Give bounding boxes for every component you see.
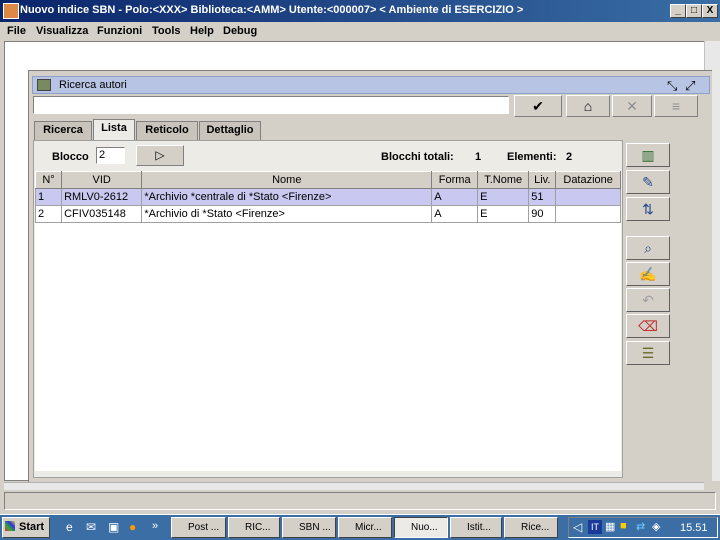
- cell-datazione[interactable]: [555, 205, 621, 223]
- command-input[interactable]: [33, 96, 509, 114]
- eraser-icon[interactable]: ⌫: [626, 314, 670, 338]
- cell-datazione[interactable]: [555, 188, 621, 206]
- tray-app-icon[interactable]: ■: [620, 520, 627, 532]
- task-sbn[interactable]: SBN ...: [282, 517, 336, 538]
- blocco-label: Blocco: [52, 151, 89, 163]
- edit-doc-icon[interactable]: ✍: [626, 262, 670, 286]
- col-forma[interactable]: Forma: [431, 171, 479, 189]
- app-icon: [3, 3, 19, 19]
- windows-logo-icon: [5, 521, 15, 531]
- blocco-input[interactable]: 2: [96, 147, 125, 164]
- frame-titlebar: Ricerca autori ⤡ ⤢: [32, 76, 710, 94]
- iconify-icon[interactable]: ⤡: [667, 78, 677, 94]
- elementi-label: Elementi:: [507, 151, 557, 163]
- menu-funzioni[interactable]: Funzioni: [97, 25, 142, 37]
- clock: 15.51: [680, 522, 708, 534]
- firefox-icon[interactable]: ●: [129, 520, 136, 534]
- col-datazione[interactable]: Datazione: [555, 171, 621, 189]
- cell-tnome[interactable]: E: [477, 188, 530, 206]
- search-doc-icon[interactable]: ⌕: [626, 236, 670, 260]
- outlook-icon[interactable]: ✉: [86, 520, 96, 534]
- task-nuovo[interactable]: Nuo...: [394, 517, 448, 538]
- window-titlebar: Nuovo indice SBN - Polo:<XXX> Biblioteca…: [0, 0, 720, 22]
- col-tnome[interactable]: T.Nome: [477, 171, 530, 189]
- show-desktop-icon[interactable]: ▣: [108, 520, 119, 534]
- window-title: Nuovo indice SBN - Polo:<XXX> Biblioteca…: [20, 4, 524, 16]
- cell-n[interactable]: 2: [34, 205, 63, 223]
- col-nome[interactable]: Nome: [141, 171, 433, 189]
- frame-title: Ricerca autori: [59, 79, 127, 91]
- ie-icon[interactable]: e: [66, 520, 73, 534]
- stack-icon[interactable]: ☰: [626, 341, 670, 365]
- menu-help[interactable]: Help: [190, 25, 214, 37]
- connection-icon[interactable]: ⇄: [636, 520, 645, 533]
- close-button[interactable]: X: [702, 4, 718, 18]
- frame-icon: [37, 79, 51, 91]
- menu-visualizza[interactable]: Visualizza: [36, 25, 88, 37]
- tab-lista[interactable]: Lista: [93, 119, 135, 140]
- edit-down-icon[interactable]: ✎: [626, 170, 670, 194]
- table-row[interactable]: 2 CFIV035148 *Archivio di *Stato <Firenz…: [34, 205, 621, 223]
- menu-tools[interactable]: Tools: [152, 25, 181, 37]
- cell-forma[interactable]: A: [431, 188, 479, 206]
- menu-file[interactable]: File: [7, 25, 26, 37]
- blocchi-totali-label: Blocchi totali:: [381, 151, 454, 163]
- tab-dettaglio[interactable]: Dettaglio: [199, 121, 261, 140]
- horizontal-scrollbar[interactable]: [4, 482, 704, 490]
- tab-ricerca[interactable]: Ricerca: [34, 121, 92, 140]
- table-header-row: N° VID Nome Forma T.Nome Liv. Datazione: [34, 171, 621, 189]
- more-icon[interactable]: »: [152, 520, 158, 532]
- task-rice[interactable]: Rice...: [504, 517, 558, 538]
- cell-n[interactable]: 1: [34, 188, 63, 206]
- cell-forma[interactable]: A: [431, 205, 479, 223]
- results-table-area: N° VID Nome Forma T.Nome Liv. Datazione …: [34, 171, 621, 471]
- cell-vid[interactable]: RMLV0-2612: [61, 188, 143, 206]
- maximize-frame-icon[interactable]: ⤢: [685, 78, 695, 94]
- elementi-value: 2: [566, 151, 573, 163]
- menubar: File Visualizza Funzioni Tools Help Debu…: [0, 22, 720, 41]
- books-icon[interactable]: ▥: [626, 143, 670, 167]
- status-bar: [4, 492, 716, 510]
- undo-icon[interactable]: ↶: [626, 288, 670, 312]
- task-post[interactable]: Post ...: [171, 517, 226, 538]
- col-vid[interactable]: VID: [61, 171, 143, 189]
- maximize-button[interactable]: □: [686, 4, 702, 18]
- blocchi-totali-value: 1: [475, 151, 482, 163]
- close-icon[interactable]: ✕: [612, 95, 652, 117]
- refresh-check-icon[interactable]: ✔: [514, 95, 562, 117]
- col-liv[interactable]: Liv.: [528, 171, 557, 189]
- network-icon[interactable]: ▦: [605, 520, 615, 533]
- col-n[interactable]: N°: [34, 171, 63, 189]
- list-icon[interactable]: ≡: [654, 95, 698, 117]
- menu-debug[interactable]: Debug: [223, 25, 257, 37]
- cell-nome[interactable]: *Archivio di *Stato <Firenze>: [141, 205, 433, 223]
- language-indicator[interactable]: IT: [588, 520, 602, 534]
- cell-liv[interactable]: 90: [528, 205, 557, 223]
- shield-icon[interactable]: ◈: [652, 520, 660, 533]
- task-istit[interactable]: Istit...: [450, 517, 502, 538]
- cell-liv[interactable]: 51: [528, 188, 557, 206]
- next-block-button[interactable]: ▷: [136, 145, 184, 166]
- task-ric[interactable]: RIC...: [228, 517, 280, 538]
- sort-icon[interactable]: ⇅: [626, 197, 670, 221]
- minimize-button[interactable]: _: [670, 4, 686, 18]
- cell-vid[interactable]: CFIV035148: [61, 205, 143, 223]
- task-micr[interactable]: Micr...: [338, 517, 392, 538]
- table-row[interactable]: 1 RMLV0-2612 *Archivio *centrale di *Sta…: [34, 188, 621, 206]
- results-table: N° VID Nome Forma T.Nome Liv. Datazione …: [34, 171, 621, 223]
- cell-tnome[interactable]: E: [477, 205, 530, 223]
- cell-nome[interactable]: *Archivio *centrale di *Stato <Firenze>: [141, 188, 433, 206]
- volume-icon[interactable]: ◁: [573, 520, 582, 534]
- home-icon[interactable]: ⌂: [566, 95, 610, 117]
- tab-reticolo[interactable]: Reticolo: [136, 121, 198, 140]
